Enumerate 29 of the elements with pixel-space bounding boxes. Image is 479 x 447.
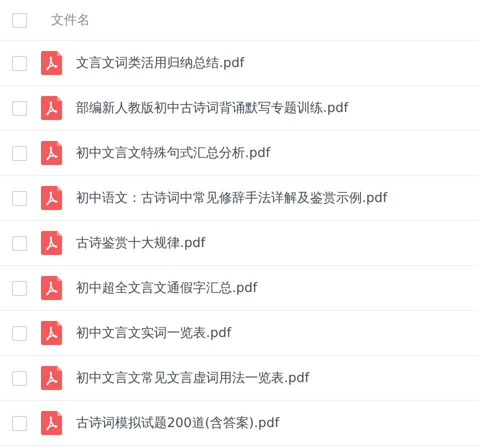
file-name[interactable]: 初中文言文实词一览表.pdf [76,324,232,342]
file-name[interactable]: 古诗鉴赏十大规律.pdf [76,234,206,252]
pdf-file-icon [41,321,62,345]
file-name[interactable]: 文言文词类活用归纳总结.pdf [76,54,244,72]
checkbox[interactable] [12,416,27,430]
checkbox[interactable] [12,326,27,340]
pdf-file-icon [41,231,62,255]
pdf-file-icon [41,366,62,390]
pdf-file-icon [41,186,62,210]
checkbox[interactable] [12,280,27,296]
file-name[interactable]: 初中语文：古诗词中常见修辞手法详解及鉴赏示例.pdf [76,189,388,207]
file-name[interactable]: 古诗词模拟试题200道(含答案).pdf [76,414,280,432]
file-name[interactable]: 初中文言文特殊句式汇总分析.pdf [76,144,270,162]
file-name[interactable]: 初中文言文常见文言虚词用法一览表.pdf [76,369,310,387]
pdf-file-icon [41,411,62,435]
pdf-file-icon [41,51,62,75]
checkbox[interactable] [12,100,27,116]
pdf-file-icon [41,276,62,300]
checkbox[interactable] [12,190,27,206]
checkbox[interactable] [12,56,27,70]
checkbox[interactable] [12,236,27,250]
column-header: 文件名 [51,12,90,29]
checkbox[interactable] [12,370,27,386]
file-name[interactable]: 部编新人教版初中古诗词背诵默写专题训练.pdf [76,99,348,117]
pdf-file-icon [41,141,62,165]
file-name[interactable]: 初中超全文言文通假字汇总.pdf [76,279,258,297]
checkbox[interactable] [12,12,27,28]
checkbox[interactable] [12,146,27,160]
pdf-file-icon [41,96,62,120]
